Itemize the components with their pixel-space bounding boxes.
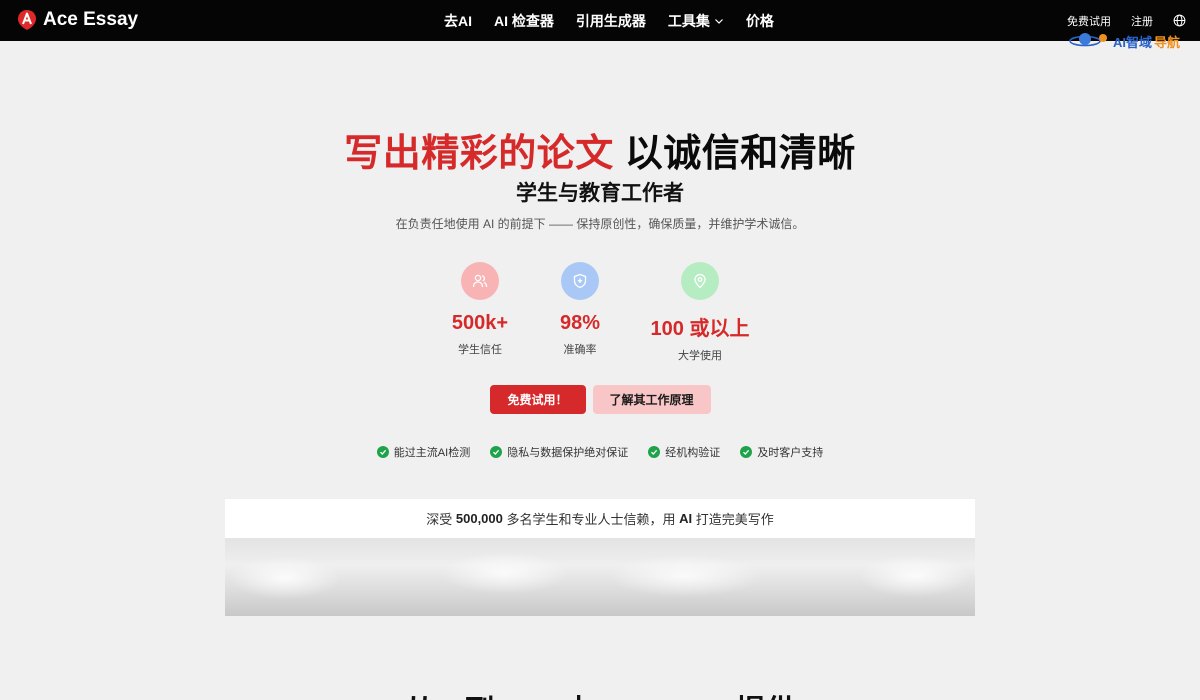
partner-logo-strip	[225, 538, 975, 616]
stat-students: 500k+ 学生信任	[430, 262, 530, 363]
stat-value: 100 或以上	[650, 318, 750, 340]
section-heading: 从AI到A+，由AceEssay提供	[0, 686, 1200, 700]
ace-essay-logo-icon	[18, 10, 36, 30]
feature-item: 能过主流AI检测	[376, 444, 471, 460]
feature-list: 能过主流AI检测 隐私与数据保护绝对保证 经机构验证 及时客户支持	[0, 444, 1200, 460]
globe-icon[interactable]	[1173, 14, 1186, 27]
check-icon	[648, 446, 661, 458]
stat-universities: 100 或以上 大学使用	[630, 262, 770, 363]
check-icon	[490, 446, 503, 458]
trust-text-part: 多名学生和专业人士信赖，用	[502, 512, 680, 527]
trust-count: 500,000	[455, 511, 503, 526]
planet-icon	[1069, 33, 1107, 47]
nav-item-label: 引用生成器	[575, 12, 646, 29]
feature-label: 能过主流AI检测	[393, 447, 471, 459]
stat-icon-circle	[681, 262, 719, 300]
shield-icon	[573, 273, 587, 289]
location-pin-icon	[694, 273, 706, 289]
stat-icon-circle	[561, 262, 599, 300]
feature-item: 隐私与数据保护绝对保证	[490, 444, 628, 460]
main-menu: 去AI AI 检查器 引用生成器 工具集 价格	[444, 0, 774, 41]
top-navigation: Ace Essay 去AI AI 检查器 引用生成器 工具集 价格 免费试用 注…	[0, 0, 1200, 41]
nav-item-deai[interactable]: 去AI	[444, 11, 472, 31]
feature-item: 经机构验证	[648, 444, 720, 460]
cta-group: 免费试用！ 了解其工作原理	[0, 385, 1200, 414]
check-icon	[376, 446, 389, 458]
nav-item-pricing[interactable]: 价格	[746, 11, 774, 31]
nav-item-ai-checker[interactable]: AI 检查器	[494, 11, 554, 31]
feature-label: 隐私与数据保护绝对保证	[507, 447, 629, 459]
nav-item-label: 去AI	[444, 12, 472, 29]
nav-item-toolkit[interactable]: 工具集	[668, 11, 724, 31]
nav-item-citation-generator[interactable]: 引用生成器	[576, 11, 646, 31]
stat-value: 98%	[559, 312, 601, 334]
stat-label: 学生信任	[458, 344, 502, 356]
watermark-text-accent: 导航	[1153, 34, 1180, 50]
trust-text-part: 打造完美写作	[692, 512, 774, 527]
stat-label: 准确率	[563, 344, 597, 356]
watermark-text: AI智域	[1112, 34, 1152, 50]
stats-row: 500k+ 学生信任 98% 准确率 100 或以上 大学使用	[0, 262, 1200, 363]
feature-label: 经机构验证	[665, 447, 721, 459]
trust-text-part: 深受	[426, 512, 456, 527]
feature-label: 及时客户支持	[757, 447, 824, 459]
register-link[interactable]: 注册	[1131, 13, 1153, 29]
how-it-works-button[interactable]: 了解其工作原理	[592, 385, 711, 414]
site-watermark: AI智域 导航	[1069, 31, 1180, 51]
stat-value: 500k+	[451, 312, 509, 334]
free-trial-link[interactable]: 免费试用	[1067, 13, 1111, 29]
hero-description: 在负责任地使用 AI 的前提下 —— 保持原创性，确保质量，并维护学术诚信。	[395, 217, 805, 231]
trust-statement: 深受 500,000 多名学生和专业人士信赖，用 AI 打造完美写作	[225, 499, 975, 538]
chevron-down-icon	[714, 18, 723, 24]
free-trial-button[interactable]: 免费试用！	[489, 385, 586, 414]
nav-item-label: 价格	[745, 12, 774, 29]
hero-subtitle: 学生与教育工作者	[516, 182, 684, 205]
hero-title-highlight: 写出精彩的论文	[344, 133, 614, 175]
hero-title: 写出精彩的论文 以诚信和清晰	[0, 122, 1200, 177]
stat-icon-circle	[461, 262, 499, 300]
stat-accuracy: 98% 准确率	[530, 262, 630, 363]
nav-item-label: AI 检查器	[494, 12, 554, 29]
brand[interactable]: Ace Essay	[17, 9, 138, 31]
users-icon	[472, 274, 488, 288]
nav-item-label: 工具集	[667, 12, 710, 29]
check-icon	[740, 446, 753, 458]
brand-name: Ace Essay	[43, 9, 139, 30]
trust-ai: AI	[679, 511, 693, 526]
hero-title-rest: 以诚信和清晰	[624, 133, 856, 175]
feature-item: 及时客户支持	[740, 444, 823, 460]
trust-section: 深受 500,000 多名学生和专业人士信赖，用 AI 打造完美写作	[225, 499, 975, 616]
stat-label: 大学使用	[678, 350, 722, 362]
